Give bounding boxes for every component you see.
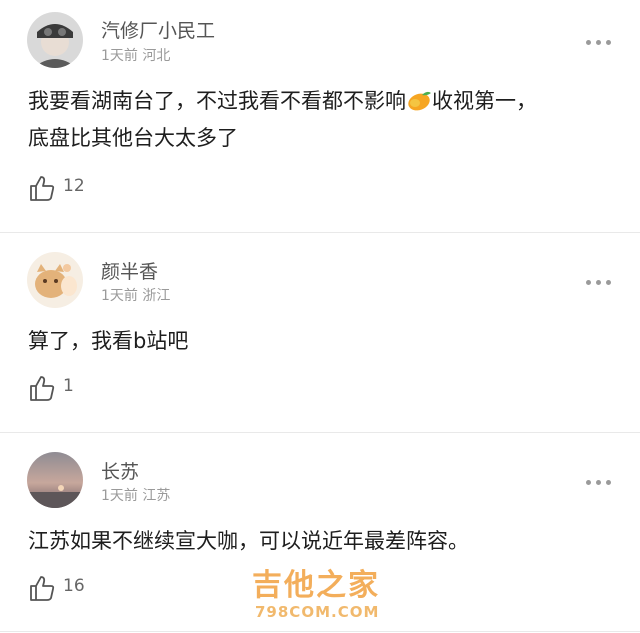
comment-meta: 1天前 江苏 — [101, 485, 170, 505]
username[interactable]: 汽修厂小民工 — [101, 16, 215, 43]
user-avatar-image — [27, 12, 83, 68]
comment-text: 江苏如果不继续宣大咖，可以说近年最差阵容。 — [28, 524, 469, 558]
more-options-icon[interactable] — [586, 37, 616, 47]
comment-text: 我要看湖南台了，不过我看不看都不影响 收视第一， 底盘比其他台大太多了 — [28, 84, 537, 155]
comment-location: 浙江 — [142, 288, 171, 304]
comment-text-line1: 算了，我看b站吧 — [28, 329, 189, 353]
user-avatar-image — [27, 252, 83, 308]
username[interactable]: 长苏 — [101, 457, 139, 484]
comment-text-line1-b: 收视第一， — [432, 89, 537, 113]
divider — [0, 432, 640, 433]
comment-location: 河北 — [142, 48, 171, 64]
comment-text-line1: 江苏如果不继续宣大咖，可以说近年最差阵容。 — [28, 529, 469, 553]
mango-icon — [406, 87, 432, 121]
like-count: 16 — [63, 576, 85, 596]
thumbs-up-icon — [30, 176, 55, 201]
more-options-icon[interactable] — [586, 277, 616, 287]
more-options-icon[interactable] — [586, 477, 616, 487]
divider — [0, 631, 640, 632]
comment-text-line2: 底盘比其他台大太多了 — [28, 126, 238, 150]
comment-time: 1天前 — [101, 288, 138, 304]
avatar[interactable] — [27, 452, 83, 508]
comment-time: 1天前 — [101, 488, 138, 504]
watermark-url: 798COM.COM — [255, 603, 380, 621]
comment-text: 算了，我看b站吧 — [28, 324, 188, 358]
thumbs-up-icon — [30, 376, 55, 401]
avatar[interactable] — [27, 252, 83, 308]
comment-meta: 1天前 浙江 — [101, 285, 170, 305]
divider — [0, 232, 640, 233]
user-avatar-image — [27, 452, 83, 508]
watermark-title: 吉他之家 — [252, 568, 380, 603]
thumbs-up-icon — [30, 576, 55, 601]
comment-text-line1-a: 我要看湖南台了，不过我看不看都不影响 — [28, 89, 406, 113]
like-count: 1 — [63, 376, 74, 396]
comment-meta: 1天前 河北 — [101, 45, 170, 65]
username[interactable]: 颜半香 — [101, 257, 158, 284]
comment-location: 江苏 — [142, 488, 171, 504]
avatar[interactable] — [27, 12, 83, 68]
comment-time: 1天前 — [101, 48, 138, 64]
like-count: 12 — [63, 176, 85, 196]
